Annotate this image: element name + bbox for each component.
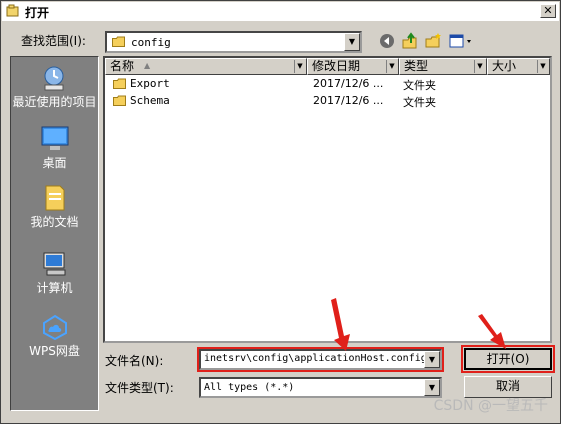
computer-icon <box>43 252 65 276</box>
wps-cloud-icon <box>42 314 67 341</box>
file-name: Export <box>130 77 170 90</box>
chevron-down-icon: ▼ <box>428 383 436 392</box>
folder-icon <box>113 78 126 89</box>
title-bar: 打开 ✕ <box>2 2 559 21</box>
open-file-dialog: 打开 ✕ 查找范围(I): config ▼ 最近使用的项目 桌面 我的文档 计… <box>0 0 561 424</box>
column-menu-icon[interactable]: ▼ <box>537 60 548 73</box>
place-wps-cloud[interactable]: WPS网盘 <box>11 312 98 358</box>
look-in-value: config <box>131 36 171 49</box>
file-type: 文件夹 <box>403 96 436 109</box>
close-button[interactable]: ✕ <box>540 4 556 18</box>
file-type: 文件夹 <box>403 79 436 92</box>
dialog-title: 打开 <box>25 6 50 20</box>
column-date-label: 修改日期 <box>312 59 361 73</box>
file-row[interactable]: Schema 2017/12/6 ... 文件夹 <box>105 93 550 109</box>
column-header-date[interactable]: 修改日期 ▼ <box>307 58 399 75</box>
file-type-dropdown-button[interactable]: ▼ <box>424 379 440 396</box>
red-arrow-annotation-icon <box>478 314 506 349</box>
file-name-input[interactable]: inetsrv\config\applicationHost.config ▼ <box>197 347 444 372</box>
file-date: 2017/12/6 ... <box>313 94 384 107</box>
close-icon: ✕ <box>543 4 553 17</box>
place-computer-label: 计算机 <box>36 281 73 295</box>
watermark: CSDN @一望五千 <box>433 398 548 414</box>
recent-items-icon <box>44 66 63 91</box>
place-wps-cloud-label: WPS网盘 <box>29 344 80 358</box>
my-documents-icon <box>45 185 64 211</box>
file-type-label: 文件类型(T): <box>105 381 174 395</box>
sort-ascending-icon: ▲ <box>144 61 151 70</box>
folder-icon <box>113 95 126 106</box>
file-row[interactable]: Export 2017/12/6 ... 文件夹 <box>105 76 550 92</box>
open-button[interactable]: 打开(O) <box>461 345 555 373</box>
file-name-dropdown-button[interactable]: ▼ <box>424 351 440 368</box>
column-size-label: 大小 <box>492 59 517 73</box>
file-name-label: 文件名(N): <box>105 354 164 368</box>
places-bar: 最近使用的项目 桌面 我的文档 计算机 WPS网盘 <box>10 56 99 411</box>
file-name-value: inetsrv\config\applicationHost.config <box>204 353 426 364</box>
column-menu-icon[interactable]: ▼ <box>474 60 485 73</box>
chevron-down-icon: ▼ <box>348 37 356 46</box>
red-arrow-annotation-icon <box>331 298 350 351</box>
look-in-dropdown[interactable]: config ▼ <box>105 31 362 53</box>
column-header-type[interactable]: 类型 ▼ <box>399 58 487 75</box>
desktop-icon <box>41 126 68 150</box>
look-in-dropdown-button[interactable]: ▼ <box>344 33 360 51</box>
back-arrow-icon[interactable] <box>378 32 396 50</box>
new-folder-icon[interactable] <box>424 32 442 50</box>
column-header-name[interactable]: 名称 ▲ ▼ <box>105 58 307 75</box>
column-name-label: 名称 <box>110 59 135 73</box>
file-name: Schema <box>130 94 170 107</box>
file-date: 2017/12/6 ... <box>313 77 384 90</box>
place-computer[interactable]: 计算机 <box>11 249 98 295</box>
place-documents-label: 我的文档 <box>30 215 79 229</box>
place-recent-label: 最近使用的项目 <box>12 95 97 109</box>
column-menu-icon[interactable]: ▼ <box>294 60 305 73</box>
column-header-size[interactable]: 大小 ▼ <box>487 58 550 75</box>
place-documents[interactable]: 我的文档 <box>11 183 98 229</box>
chevron-down-icon: ▼ <box>428 355 436 364</box>
column-menu-icon[interactable]: ▼ <box>386 60 397 73</box>
folder-icon <box>112 36 125 47</box>
place-desktop[interactable]: 桌面 <box>11 124 98 170</box>
look-in-label: 查找范围(I): <box>21 34 86 48</box>
view-menu-icon[interactable] <box>448 32 474 50</box>
place-recent[interactable]: 最近使用的项目 <box>11 63 98 109</box>
file-type-dropdown[interactable]: All types (*.*) ▼ <box>199 377 442 398</box>
dialog-icon <box>6 4 19 17</box>
up-folder-icon[interactable] <box>401 32 419 50</box>
file-type-value: All types (*.*) <box>204 382 295 393</box>
place-desktop-label: 桌面 <box>42 156 67 170</box>
column-type-label: 类型 <box>404 59 429 73</box>
